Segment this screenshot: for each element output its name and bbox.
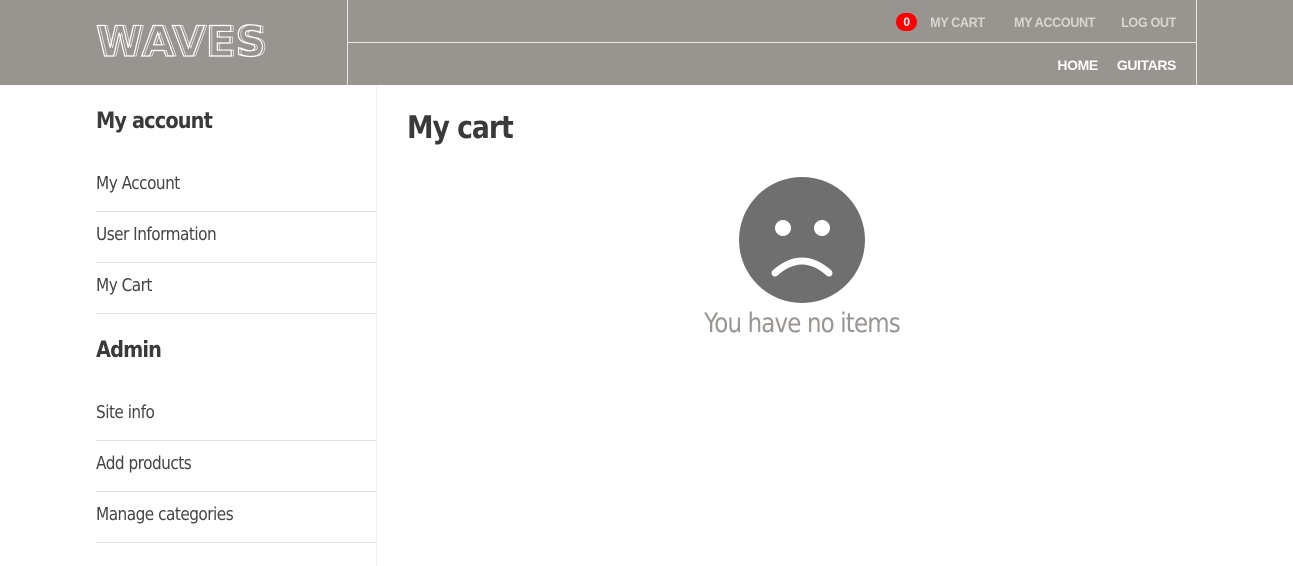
my-cart-link[interactable]: 0 MY CART — [896, 13, 985, 31]
guitars-link[interactable]: GUITARS — [1117, 57, 1177, 73]
sidebar-item-add-products[interactable]: Add products — [96, 441, 376, 492]
sidebar-item-label: Site info — [96, 402, 155, 423]
cart-count-badge: 0 — [896, 13, 918, 31]
header-divider — [348, 42, 1196, 43]
sad-face-icon — [739, 177, 865, 303]
sidebar-item-my-cart[interactable]: My Cart — [96, 263, 376, 314]
admin-heading: Admin — [96, 338, 162, 363]
sidebar-item-manage-categories[interactable]: Manage categories — [96, 492, 376, 543]
account-sidebar: My account My Account User Information M… — [96, 85, 377, 566]
main-nav: HOME GUITARS — [1057, 54, 1176, 76]
logo-stripe: WAVES — [98, 18, 269, 64]
empty-cart-message: You have no items — [704, 308, 901, 339]
sidebar-item-my-account[interactable]: My Account — [96, 161, 376, 212]
my-account-heading: My account — [96, 109, 213, 134]
site-header: WAVES WAVES 0 MY CART MY ACCOUNT LOG OUT… — [0, 0, 1293, 85]
home-link[interactable]: HOME — [1057, 57, 1098, 73]
page-title: My cart — [407, 110, 514, 146]
sidebar-item-label: Manage categories — [96, 504, 234, 525]
header-nav-box: 0 MY CART MY ACCOUNT LOG OUT HOME GUITAR… — [347, 0, 1197, 85]
log-out-link[interactable]: LOG OUT — [1121, 14, 1176, 30]
sidebar-item-user-information[interactable]: User Information — [96, 212, 376, 263]
sidebar-item-site-info[interactable]: Site info — [96, 390, 376, 441]
my-account-link[interactable]: MY ACCOUNT — [1014, 14, 1095, 30]
sidebar-item-label: My Cart — [96, 275, 152, 296]
sidebar-item-label: User Information — [96, 224, 217, 245]
sidebar-item-label: My Account — [96, 173, 180, 194]
waves-logo[interactable]: WAVES WAVES — [95, 16, 276, 66]
my-cart-label[interactable]: MY CART — [930, 14, 985, 30]
sidebar-item-label: Add products — [96, 453, 192, 474]
top-nav: 0 MY CART MY ACCOUNT LOG OUT — [896, 11, 1176, 33]
